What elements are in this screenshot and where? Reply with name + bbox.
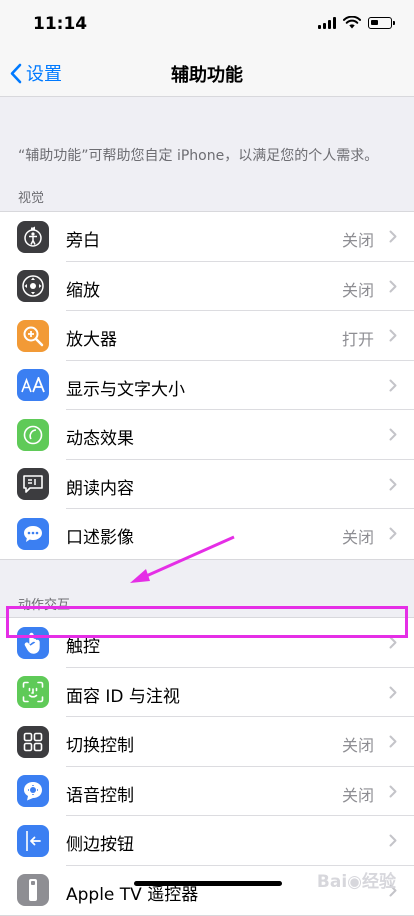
annotation-arrow: [130, 535, 235, 583]
home-indicator[interactable]: [134, 881, 282, 886]
baidu-watermark: Bai◉经验: [316, 872, 396, 892]
annotation-highlight-box: [6, 606, 408, 638]
